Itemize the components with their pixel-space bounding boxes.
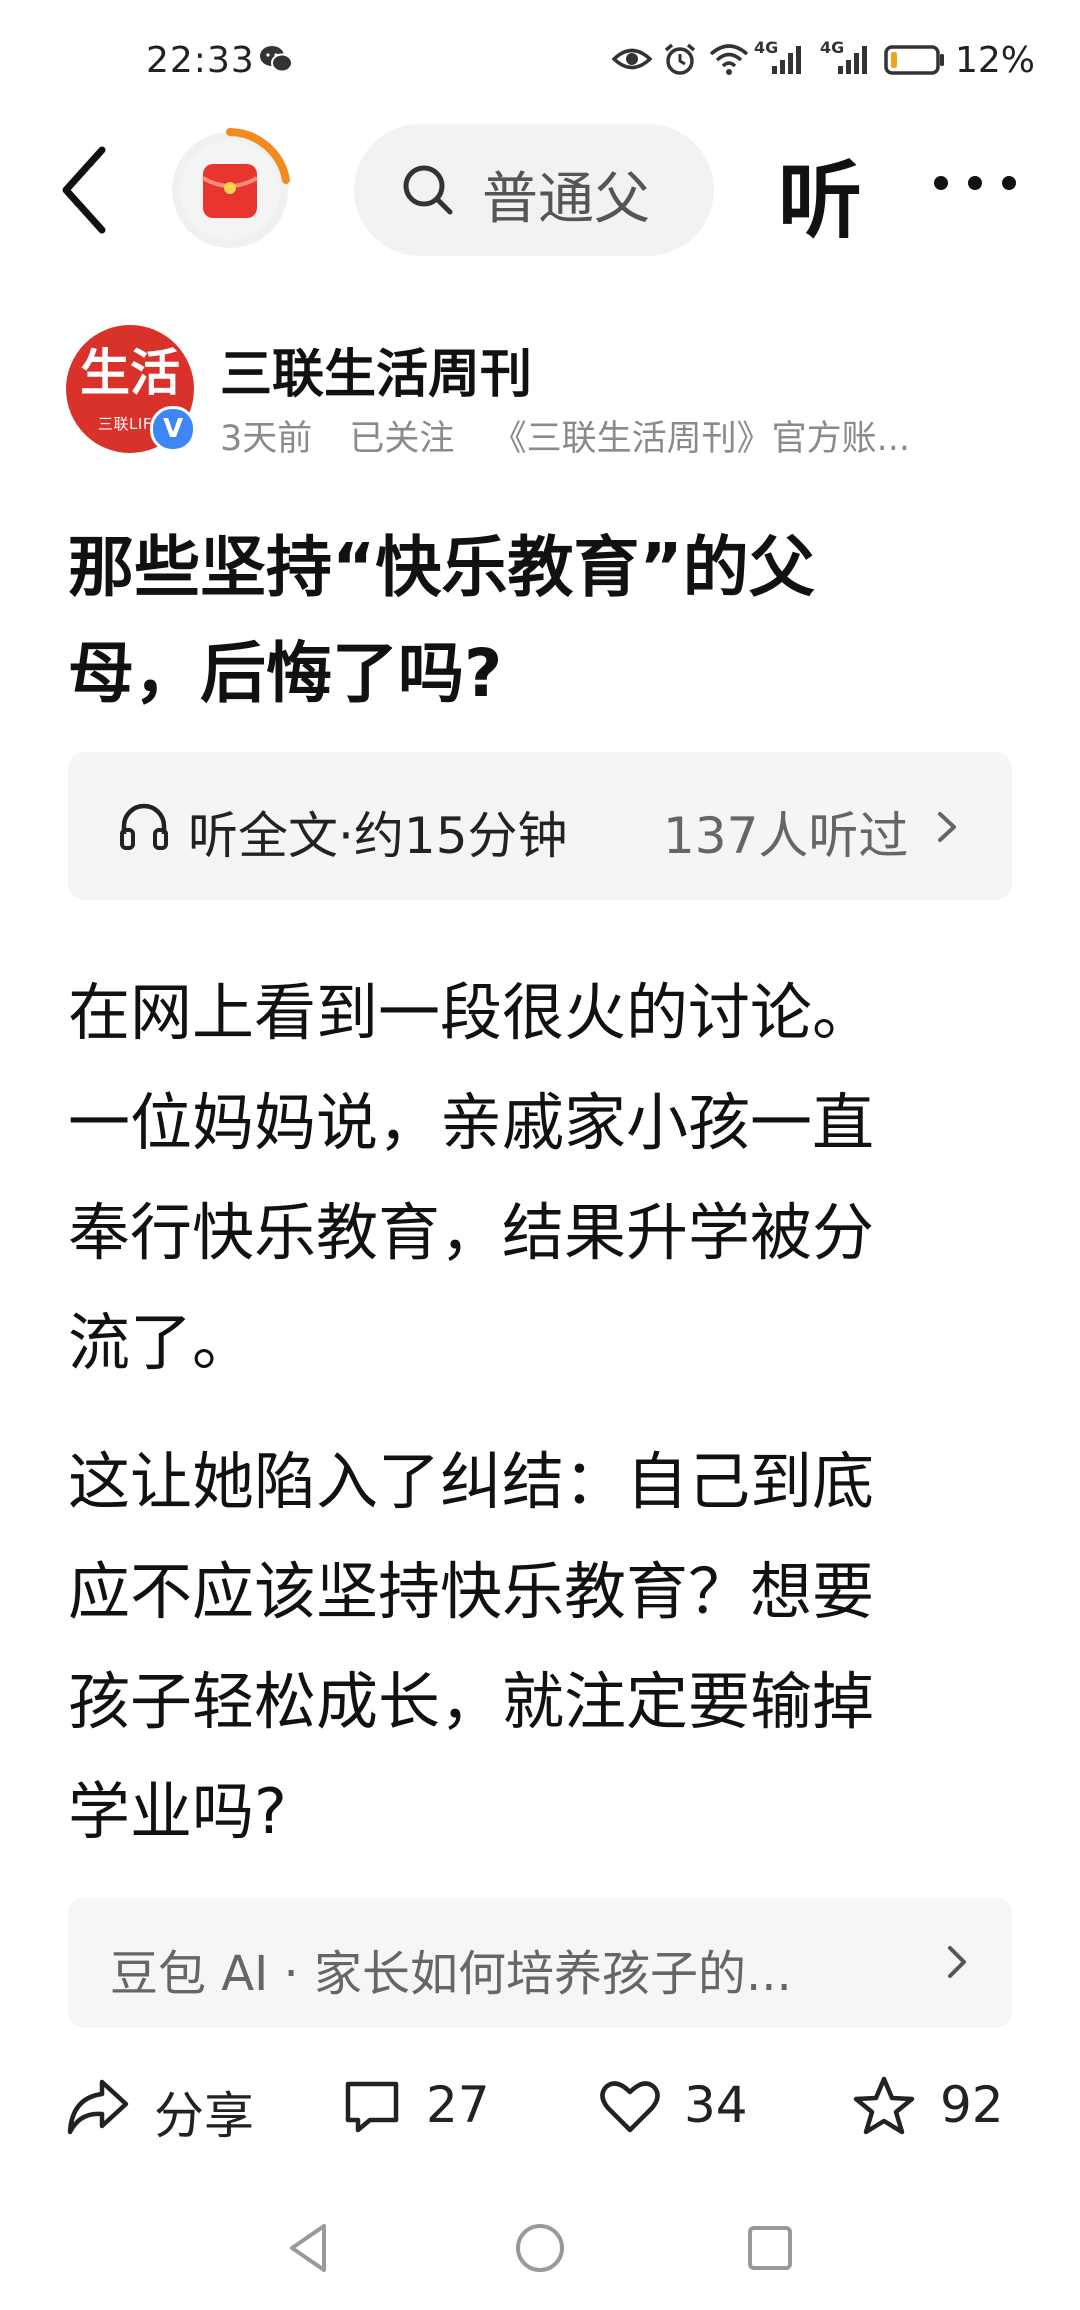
wechat-notification-icon [260,46,293,73]
post-time: 3天前 [220,419,313,459]
ai-question-text: 豆包 AI · 家长如何培养孩子的... [110,1946,792,2002]
avatar-logo-text: 生活 [80,343,180,402]
share-icon [67,2079,129,2135]
article-paragraph: 在网上看到一段很火的讨论。 一位妈妈说，亲戚家小孩一直 奉行快乐教育，结果升学被… [68,958,1012,1398]
like-icon [600,2081,660,2133]
status-bar: 22:33 4G 4G 12% [0,0,1080,120]
doubao-ai-card[interactable]: 豆包 AI · 家长如何培养孩子的... [68,1898,1012,2028]
verified-badge: V [150,406,196,452]
wifi-icon [709,44,749,75]
alarm-icon [664,43,696,75]
status-time: 22:33 [146,40,255,81]
search-query-text: 普通父 [482,167,650,232]
red-packet-icon[interactable] [168,128,292,252]
paragraph-line: 应不应该坚持快乐教育？想要 [68,1555,875,1628]
chevron-right-icon [938,812,956,842]
nav-back-icon[interactable] [280,2218,340,2278]
back-icon[interactable] [52,140,122,240]
headphone-icon [120,803,168,850]
paragraph-line: 孩子轻松成长，就注定要输掉 [68,1665,875,1738]
article-title-line: 那些坚持“快乐教育”的父 [68,529,815,606]
nav-home-icon[interactable] [510,2218,570,2278]
listen-full-text-card[interactable]: 听全文·约15分钟 137人听过 [68,752,1012,900]
more-icon[interactable] [934,170,1020,200]
comment-button[interactable]: 27 [340,2068,500,2148]
search-bar[interactable]: 普通父 [354,124,714,256]
paragraph-line: 学业吗? [68,1775,287,1848]
favorite-button[interactable]: 92 [852,2068,1012,2148]
article-title: 那些坚持“快乐教育”的父 母，后悔了吗? [68,515,1018,727]
paragraph-line: 这让她陷入了纠结：自己到底 [68,1445,875,1518]
favorite-icon [853,2076,915,2135]
follow-status[interactable]: 已关注 [349,419,454,459]
favorite-count: 92 [940,2076,1004,2134]
author-meta: 3天前 已关注 《三联生活周刊》官方账... [220,410,936,461]
author-name[interactable]: 三联生活周刊 [220,332,532,407]
share-label: 分享 [154,2087,254,2145]
battery-percent: 12% [955,40,1036,81]
signal-icon [772,46,801,74]
share-button[interactable]: 分享 [66,2068,266,2148]
paragraph-line: 流了。 [68,1306,255,1379]
like-button[interactable]: 34 [598,2068,758,2148]
paragraph-line: 奉行快乐教育，结果升学被分 [68,1196,875,1269]
listen-button[interactable]: 听 [778,134,862,255]
chevron-right-icon [948,1946,966,1978]
paragraph-line: 在网上看到一段很火的讨论。 [68,976,875,1049]
article-paragraph: 这让她陷入了纠结：自己到底 应不应该坚持快乐教育？想要 孩子轻松成长，就注定要输… [68,1427,1012,1867]
battery-icon [884,45,944,75]
like-count: 34 [684,2076,748,2134]
nav-recents-icon[interactable] [740,2218,800,2278]
listen-duration-label: 听全文·约15分钟 [188,807,568,865]
comment-icon [345,2081,399,2133]
article-title-line: 母，后悔了吗? [68,635,503,712]
comment-count: 27 [426,2076,490,2134]
eye-icon [612,48,652,70]
search-icon [403,165,453,215]
signal-icon [838,46,867,74]
paragraph-line: 一位妈妈说，亲戚家小孩一直 [68,1086,875,1159]
author-description: 《三联生活周刊》官方账... [491,419,910,459]
listen-count: 137人听过 [663,807,909,865]
